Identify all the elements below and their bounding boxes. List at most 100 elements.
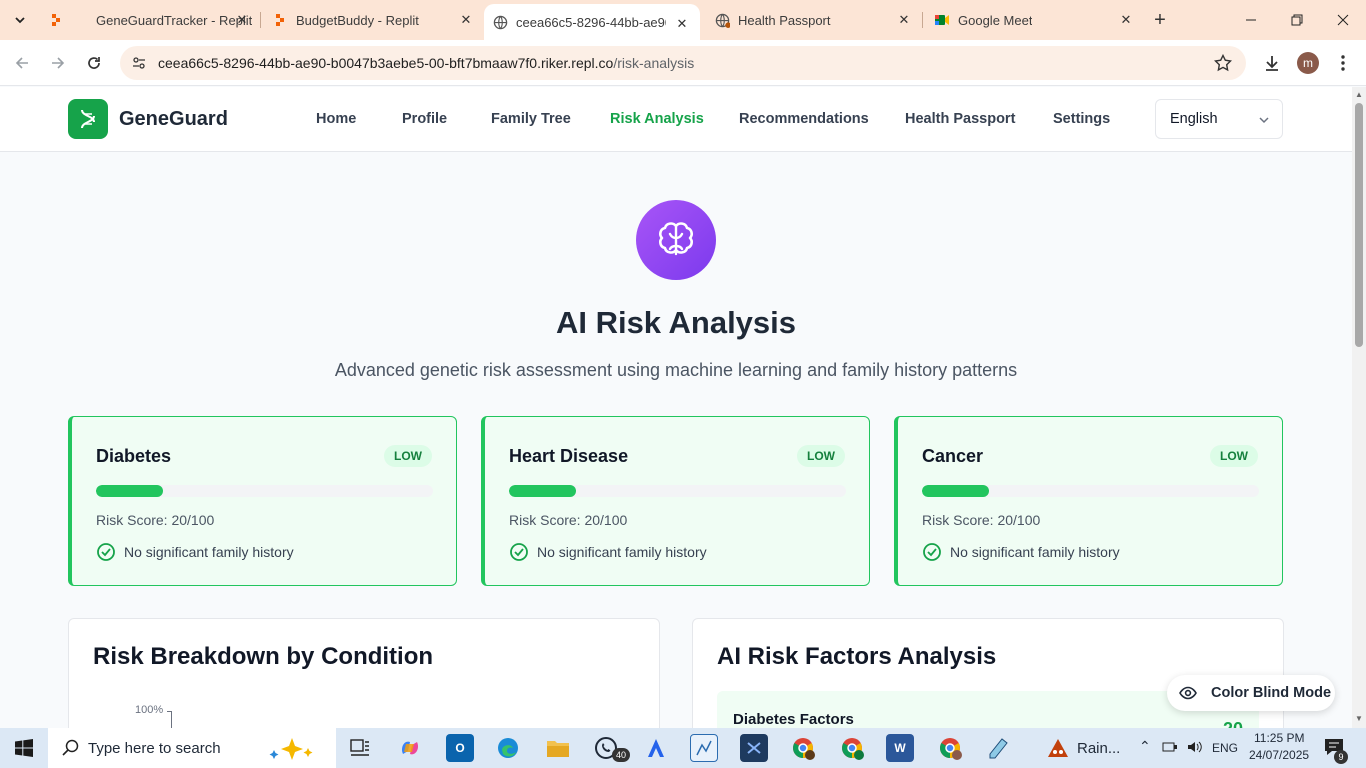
edge-icon[interactable] (494, 734, 522, 762)
reload-button[interactable] (80, 49, 108, 77)
scrollbar-thumb[interactable] (1355, 103, 1363, 347)
chevron-down-icon (15, 17, 25, 24)
tab-title: ceea66c5-8296-44bb-ae90-l (516, 14, 666, 30)
back-button[interactable] (8, 49, 36, 77)
taskbar-search[interactable]: Type here to search (48, 728, 336, 768)
family-history-status: No significant family history (922, 542, 1120, 562)
address-bar[interactable]: ceea66c5-8296-44bb-ae90-b0047b3aebe5-00-… (120, 46, 1246, 80)
tab-health-passport[interactable]: Health Passport ✕ (702, 0, 922, 40)
tab-search-button[interactable] (6, 6, 34, 34)
vscode-like-icon[interactable] (740, 734, 768, 762)
whatsapp-unread-badge: 40 (612, 748, 630, 762)
scroll-down-arrow[interactable]: ▼ (1355, 715, 1363, 723)
risk-card-heart-disease: Heart Disease LOW Risk Score: 20/100 No … (481, 416, 870, 586)
nav-risk-analysis[interactable]: Risk Analysis (610, 111, 704, 127)
start-button[interactable] (0, 728, 48, 768)
chrome-icon[interactable] (838, 734, 866, 762)
page-scrollbar[interactable]: ▲ ▼ (1352, 87, 1366, 728)
family-history-status: No significant family history (509, 542, 707, 562)
nav-settings[interactable]: Settings (1053, 111, 1110, 127)
restore-button[interactable] (1274, 0, 1320, 40)
input-language[interactable]: ENG (1212, 741, 1238, 755)
risk-level-badge: LOW (1210, 445, 1258, 467)
clock-date[interactable]: 24/07/2025 (1249, 748, 1309, 762)
site-info-icon[interactable] (130, 54, 148, 72)
nav-family-tree[interactable]: Family Tree (491, 111, 571, 127)
url-path: /risk-analysis (613, 55, 695, 71)
nav-home[interactable]: Home (316, 111, 356, 127)
panel-title: Risk Breakdown by Condition (93, 643, 434, 670)
risk-card-name: Diabetes (96, 446, 172, 466)
profile-avatar[interactable]: m (1297, 52, 1319, 74)
close-window-button[interactable] (1320, 0, 1366, 40)
close-icon[interactable]: ✕ (458, 12, 474, 28)
web-page: GeneGuard Home Profile Family Tree Risk … (0, 87, 1352, 728)
tab-google-meet[interactable]: Google Meet ✕ (924, 0, 1144, 40)
risk-score: Risk Score: 20/100 (509, 512, 628, 528)
factor-title: Diabetes Factors (733, 711, 854, 728)
tab-separator (922, 12, 923, 28)
risk-progress-fill (509, 485, 577, 497)
tab-budgetbuddy[interactable]: BudgetBuddy - Replit ✕ (262, 0, 484, 40)
y-axis-line (171, 711, 172, 728)
tab-title: GeneGuardTracker - Replit (96, 12, 253, 28)
chart-app-icon[interactable] (690, 734, 718, 762)
clock-time[interactable]: 11:25 PM (1254, 731, 1304, 745)
weather-icon[interactable] (1044, 734, 1072, 762)
chevron-down-icon (1259, 117, 1269, 124)
nav-recommendations[interactable]: Recommendations (739, 111, 869, 127)
brand-name[interactable]: GeneGuard (119, 108, 228, 131)
tab-geneguardtracker[interactable]: GeneGuardTracker - Replit ✕ (48, 0, 260, 40)
tab-active-risk-analysis[interactable]: ceea66c5-8296-44bb-ae90-l ✕ (484, 4, 700, 40)
panel-title: AI Risk Factors Analysis (717, 643, 997, 670)
new-tab-button[interactable]: + (1148, 8, 1172, 32)
search-icon (62, 739, 79, 756)
brain-icon (636, 200, 716, 280)
risk-progress-bar (96, 485, 433, 497)
copilot-sparkle-icon (269, 738, 313, 760)
copilot-icon[interactable] (396, 734, 424, 762)
browser-menu-button[interactable] (1332, 52, 1354, 74)
arrow-right-icon (52, 57, 65, 69)
download-button[interactable] (1261, 52, 1283, 74)
risk-progress-fill (96, 485, 164, 497)
network-icon[interactable] (1162, 740, 1180, 757)
chrome-profile-icon[interactable] (789, 734, 817, 762)
y-axis-tick-label: 100% (135, 704, 164, 716)
file-explorer-icon[interactable] (544, 734, 572, 762)
tab-title: Google Meet (958, 12, 1033, 28)
logo[interactable] (68, 99, 108, 139)
outlook-icon[interactable]: O (446, 734, 474, 762)
check-circle-icon (923, 543, 941, 561)
notepad-icon[interactable] (984, 734, 1012, 762)
close-icon[interactable]: ✕ (674, 16, 690, 32)
color-blind-mode-button[interactable]: Color Blind Mode (1167, 675, 1335, 711)
risk-breakdown-panel: Risk Breakdown by Condition 100% (68, 618, 660, 728)
forward-button[interactable] (44, 49, 72, 77)
app-launcher-icon[interactable] (642, 734, 670, 762)
scroll-up-arrow[interactable]: ▲ (1355, 91, 1363, 99)
weather-text[interactable]: Rain... (1077, 740, 1120, 757)
tray-chevron-up-icon[interactable]: ⌃ (1139, 738, 1151, 755)
replit-icon (48, 12, 64, 28)
word-icon[interactable]: W (886, 734, 914, 762)
tab-title: Health Passport (738, 12, 831, 28)
notifications-count-badge: 9 (1334, 750, 1348, 764)
minimize-button[interactable] (1228, 0, 1274, 40)
ai-risk-factors-panel: AI Risk Factors Analysis Diabetes Factor… (692, 618, 1284, 728)
volume-icon[interactable] (1186, 739, 1202, 758)
close-icon[interactable]: ✕ (234, 12, 250, 28)
globe-icon (714, 12, 730, 28)
language-select[interactable]: English (1155, 99, 1283, 139)
chrome-active-icon[interactable] (936, 734, 964, 762)
nav-profile[interactable]: Profile (402, 111, 447, 127)
risk-card-name: Heart Disease (509, 446, 629, 466)
risk-progress-fill (922, 485, 990, 497)
bookmark-star-icon[interactable] (1214, 54, 1232, 72)
nav-health-passport[interactable]: Health Passport (905, 111, 1015, 127)
browser-tab-strip: GeneGuardTracker - Replit ✕ BudgetBuddy … (0, 0, 1366, 40)
dna-icon (81, 109, 95, 129)
close-icon[interactable]: ✕ (896, 12, 912, 28)
close-icon[interactable]: ✕ (1118, 12, 1134, 28)
task-view-icon[interactable] (346, 734, 374, 762)
